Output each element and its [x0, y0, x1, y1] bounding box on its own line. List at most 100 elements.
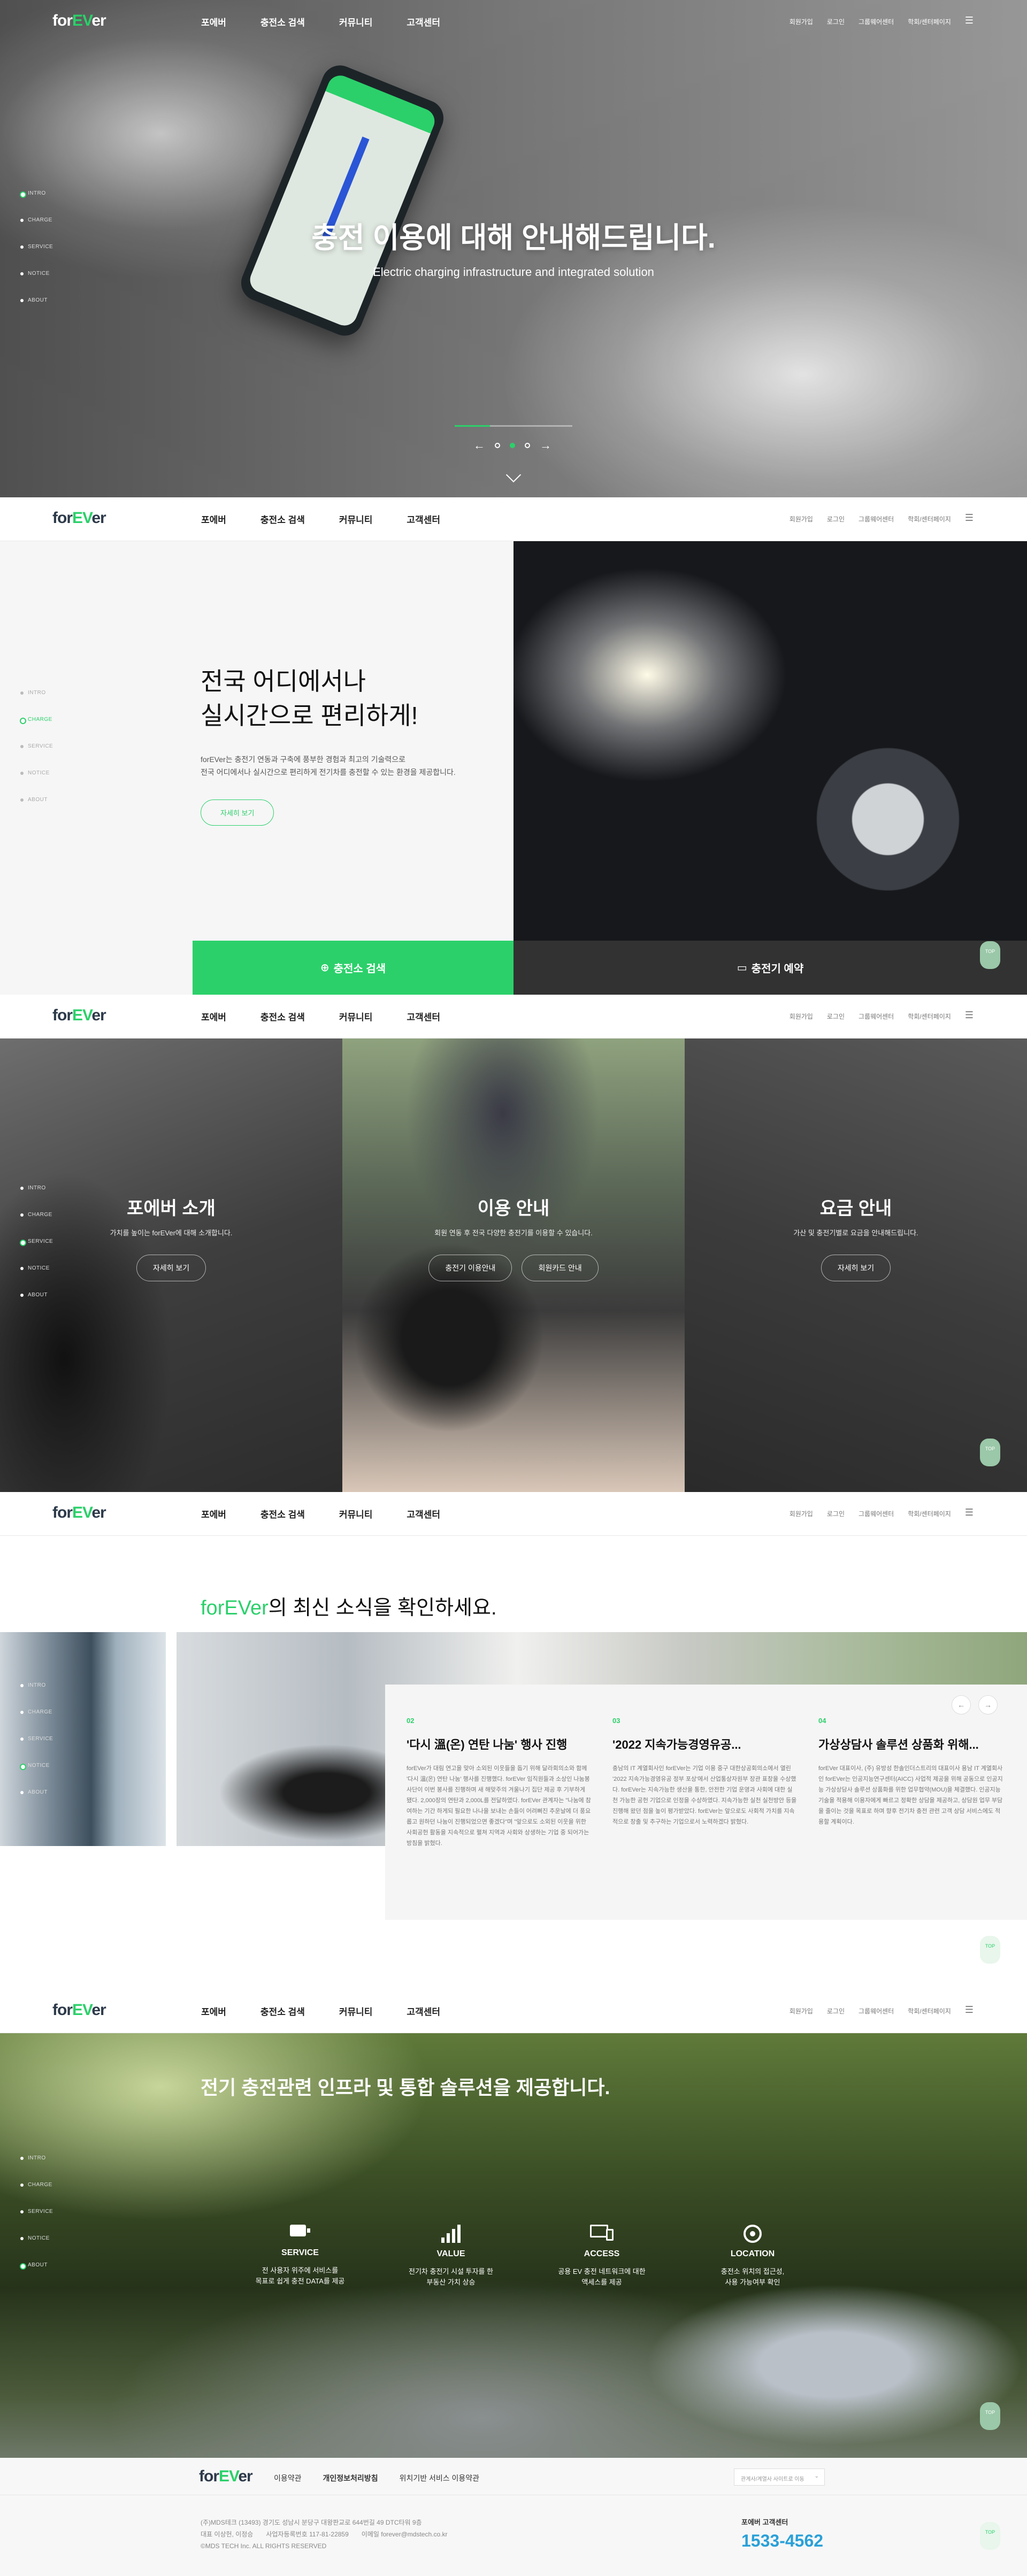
menu-item-customer-center[interactable]: 고객센터 — [407, 2004, 440, 2018]
groupware-link[interactable]: 그룹웨어센터 — [859, 2006, 894, 2016]
notice-prev-arrow-icon[interactable]: ← — [952, 1695, 971, 1714]
service-card-button[interactable]: 자세히 보기 — [136, 1255, 206, 1281]
hamburger-menu-icon[interactable]: ☰ — [965, 513, 974, 524]
academy-link[interactable]: 학회/센터페이지 — [908, 1012, 951, 1021]
scroll-top-button[interactable]: TOP — [980, 1439, 1000, 1466]
academy-link[interactable]: 학회/센터페이지 — [908, 1509, 951, 1518]
hamburger-menu-icon[interactable]: ☰ — [965, 2005, 974, 2016]
side-nav-about[interactable]: ABOUT — [19, 2262, 53, 2289]
scroll-top-button[interactable]: TOP — [980, 2402, 1000, 2430]
menu-item-community[interactable]: 커뮤니티 — [339, 2004, 373, 2018]
logo[interactable]: forEVer — [52, 12, 106, 30]
charge-more-button[interactable]: 자세히 보기 — [201, 799, 274, 826]
logo[interactable]: forEVer — [52, 1006, 106, 1025]
menu-item-forever[interactable]: 포에버 — [201, 15, 226, 28]
menu-item-community[interactable]: 커뮤니티 — [339, 15, 373, 28]
scroll-top-button[interactable]: TOP — [980, 1936, 1000, 1964]
hamburger-menu-icon[interactable]: ☰ — [965, 1010, 974, 1021]
menu-item-forever[interactable]: 포에버 — [201, 2004, 226, 2018]
hero-prev-arrow-icon[interactable]: ← — [473, 439, 485, 452]
signup-link[interactable]: 회원가입 — [790, 2006, 813, 2016]
login-link[interactable]: 로그인 — [827, 514, 845, 524]
logo[interactable]: forEVer — [52, 1504, 106, 1522]
login-link[interactable]: 로그인 — [827, 2006, 845, 2016]
side-nav-service[interactable]: SERVICE — [20, 2209, 53, 2235]
privacy-link[interactable]: 개인정보처리방침 — [323, 2473, 378, 2483]
menu-item-community[interactable]: 커뮤니티 — [339, 1507, 373, 1520]
service-card-guide[interactable]: 이용 안내 회원 연동 후 전국 다양한 충전기를 이용할 수 있습니다. 충전… — [342, 1039, 685, 1492]
side-nav-about[interactable]: ABOUT — [20, 1789, 53, 1816]
side-nav-intro[interactable]: INTRO — [20, 1185, 53, 1212]
login-link[interactable]: 로그인 — [827, 17, 845, 26]
charger-reserve-button[interactable]: ▭ 충전기 예약 — [514, 941, 1027, 995]
side-nav-intro[interactable]: INTRO — [20, 1682, 53, 1709]
terms-link[interactable]: 이용약관 — [274, 2473, 302, 2483]
side-nav-notice[interactable]: NOTICE — [20, 770, 53, 797]
side-nav-intro[interactable]: INTRO — [19, 190, 53, 217]
side-nav-intro[interactable]: INTRO — [20, 690, 53, 717]
scroll-top-button[interactable]: TOP — [980, 941, 1000, 969]
login-link[interactable]: 로그인 — [827, 1509, 845, 1518]
side-nav-notice[interactable]: NOTICE — [20, 271, 53, 297]
hero-dot-1[interactable] — [495, 443, 500, 448]
menu-item-forever[interactable]: 포에버 — [201, 512, 226, 526]
hero-next-arrow-icon[interactable]: → — [540, 439, 551, 452]
hero-dot-2[interactable] — [510, 443, 515, 448]
menu-item-customer-center[interactable]: 고객센터 — [407, 512, 440, 526]
charger-guide-button[interactable]: 충전기 이용안내 — [428, 1255, 512, 1281]
groupware-link[interactable]: 그룹웨어센터 — [859, 17, 894, 26]
menu-item-station-search[interactable]: 충전소 검색 — [260, 512, 305, 526]
service-card-fee[interactable]: 요금 안내 가산 및 충전기별로 요금을 안내해드립니다. 자세히 보기 — [685, 1039, 1027, 1492]
hamburger-menu-icon[interactable]: ☰ — [965, 16, 974, 26]
station-search-button[interactable]: ⊕ 충전소 검색 — [193, 941, 514, 995]
side-nav-charge[interactable]: CHARGE — [20, 1212, 53, 1239]
side-nav-about[interactable]: ABOUT — [20, 1292, 53, 1319]
signup-link[interactable]: 회원가입 — [790, 514, 813, 524]
menu-item-forever[interactable]: 포에버 — [201, 1507, 226, 1520]
location-terms-link[interactable]: 위치기반 서비스 이용약관 — [400, 2473, 479, 2483]
menu-item-station-search[interactable]: 충전소 검색 — [260, 1507, 305, 1520]
side-nav-service[interactable]: SERVICE — [20, 1736, 53, 1763]
notice-card[interactable]: 02 '다시 溫(온) 연탄 나눔' 행사 진행 forEVer가 대림 연고을… — [407, 1717, 591, 1870]
academy-link[interactable]: 학회/센터페이지 — [908, 17, 951, 26]
family-site-select[interactable]: 관계사/계열사 사이트로 이동 ⌄ — [734, 2469, 825, 2486]
menu-item-customer-center[interactable]: 고객센터 — [407, 1507, 440, 1520]
menu-item-station-search[interactable]: 충전소 검색 — [260, 15, 305, 28]
menu-item-community[interactable]: 커뮤니티 — [339, 512, 373, 526]
side-nav-charge[interactable]: CHARGE — [20, 1709, 53, 1736]
side-nav-service[interactable]: SERVICE — [19, 1239, 53, 1265]
side-nav-charge[interactable]: CHARGE — [20, 2182, 53, 2209]
scroll-top-button[interactable]: TOP — [980, 2522, 1000, 2550]
side-nav-service[interactable]: SERVICE — [20, 743, 53, 770]
academy-link[interactable]: 학회/센터페이지 — [908, 2006, 951, 2016]
side-nav-notice[interactable]: NOTICE — [20, 1265, 53, 1292]
menu-item-customer-center[interactable]: 고객센터 — [407, 15, 440, 28]
notice-next-arrow-icon[interactable]: → — [978, 1695, 998, 1714]
footer-logo[interactable]: forEVer — [199, 2467, 253, 2486]
academy-link[interactable]: 학회/센터페이지 — [908, 514, 951, 524]
hero-dot-3[interactable] — [525, 443, 530, 448]
side-nav-about[interactable]: ABOUT — [20, 297, 53, 324]
login-link[interactable]: 로그인 — [827, 1012, 845, 1021]
side-nav-service[interactable]: SERVICE — [20, 244, 53, 271]
signup-link[interactable]: 회원가입 — [790, 1012, 813, 1021]
side-nav-notice[interactable]: NOTICE — [19, 1763, 53, 1789]
groupware-link[interactable]: 그룹웨어센터 — [859, 1509, 894, 1518]
groupware-link[interactable]: 그룹웨어센터 — [859, 1012, 894, 1021]
logo[interactable]: forEVer — [52, 509, 106, 527]
groupware-link[interactable]: 그룹웨어센터 — [859, 514, 894, 524]
side-nav-about[interactable]: ABOUT — [20, 797, 53, 824]
member-card-button[interactable]: 회원카드 안내 — [522, 1255, 599, 1281]
side-nav-notice[interactable]: NOTICE — [20, 2235, 53, 2262]
signup-link[interactable]: 회원가입 — [790, 1509, 813, 1518]
signup-link[interactable]: 회원가입 — [790, 17, 813, 26]
side-nav-charge[interactable]: CHARGE — [19, 717, 53, 743]
menu-item-station-search[interactable]: 충전소 검색 — [260, 1010, 305, 1023]
menu-item-community[interactable]: 커뮤니티 — [339, 1010, 373, 1023]
hamburger-menu-icon[interactable]: ☰ — [965, 1508, 974, 1518]
menu-item-customer-center[interactable]: 고객센터 — [407, 1010, 440, 1023]
menu-item-forever[interactable]: 포에버 — [201, 1010, 226, 1023]
logo[interactable]: forEVer — [52, 2001, 106, 2019]
service-card-button[interactable]: 자세히 보기 — [821, 1255, 891, 1281]
menu-item-station-search[interactable]: 충전소 검색 — [260, 2004, 305, 2018]
